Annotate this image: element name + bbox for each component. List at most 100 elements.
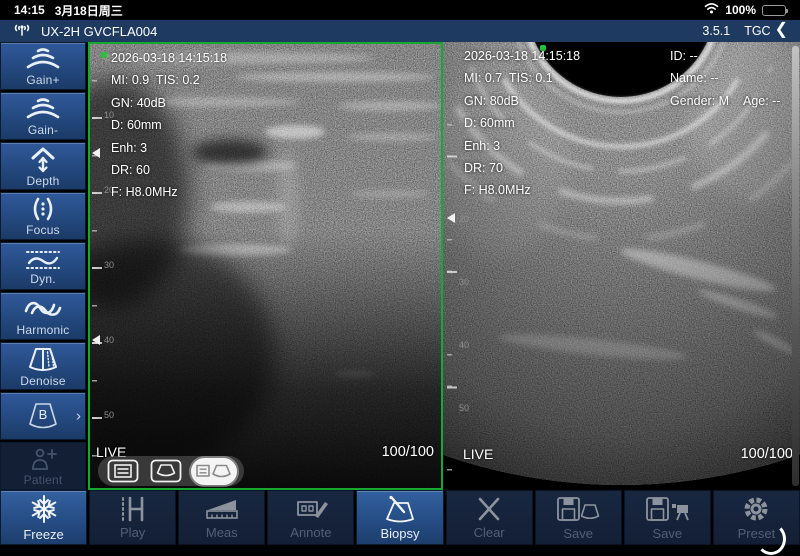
frequency-value: F: H8.0MHz [464,179,580,201]
patient-id: ID: -- [670,45,781,67]
sidebar-item-label: Denoise [20,374,65,388]
toolbar-item-label: Biopsy [380,526,419,541]
dynamic-wave-icon [23,247,63,271]
layout-convex-button[interactable] [148,459,184,483]
gain-minus-button[interactable]: Gain- [0,92,86,140]
harmonic-button[interactable]: Harmonic [0,292,86,340]
tgc-label: TGC [744,24,770,38]
live-status: LIVE [463,446,493,462]
chevron-left-icon: ❮ [775,22,788,38]
dynamic-range-value: DR: 70 [464,157,580,179]
enhance-value: Enh: 3 [111,137,227,159]
gain-arcs-icon [22,96,64,122]
biopsy-button[interactable]: Biopsy [356,490,443,545]
scan-parameters: 2026-03-18 14:15:18 MI: 0.9 TIS: 0.2 GN:… [111,47,227,204]
timestamp: 2026-03-18 14:15:18 [111,47,227,69]
biopsy-needle-icon [380,494,420,524]
clock: 14:15 [14,3,45,17]
annotation-pencil-icon [291,495,331,523]
sidebar-item-label: Gain- [28,123,58,137]
sidebar-item-label: Depth [26,174,59,188]
patient-age: Age: -- [743,90,781,112]
gain-value: GN: 80dB [464,90,580,112]
scan-parameters: 2026-03-18 14:15:18 MI: 0.7 TIS: 0.1 GN:… [464,45,580,202]
dynamic-range-value: DR: 60 [111,159,227,181]
bottom-black-strip [0,545,800,556]
screen-corner-arc [756,523,786,555]
toolbar-item-label: Meas [206,525,238,540]
app-header: UX-2H GVCFLA004 3.5.1 TGC ❮ [0,20,800,42]
x-icon [474,495,504,523]
ultrasound-app: 14:15 3月18日周三 100% UX-2H GVCFLA004 [0,0,800,556]
focus-icon [25,196,61,222]
freeze-button[interactable]: Freeze [0,490,87,545]
sidebar-item-label: Harmonic [17,323,70,337]
layout-dual-button[interactable] [191,458,237,485]
depth-button[interactable]: Depth [0,142,86,190]
annotate-button: Annote [267,490,354,545]
mi-tis-value: MI: 0.9 TIS: 0.2 [111,69,227,91]
toolbar-item-label: Clear [474,525,505,540]
frequency-value: F: H8.0MHz [111,181,227,203]
harmonic-waves-icon [21,296,65,322]
main-area: Gain+ Gain- Depth [0,42,800,490]
expand-chevron-icon: › [76,408,81,425]
depth-arrow-icon [25,145,61,173]
probe-wireless-icon [12,23,32,40]
bottom-toolbar: Freeze Play Meas [0,490,800,545]
toolbar-item-label: Annote [290,525,331,540]
snowflake-icon [28,493,60,525]
save-image-button: Save [535,490,622,545]
live-indicator-dot [101,52,107,58]
enhance-value: Enh: 3 [464,135,580,157]
patient-gender: Gender: M [670,90,743,112]
battery-icon [762,5,786,16]
patient-info: ID: -- Name: -- Gender: M Age: -- [670,45,781,112]
timestamp: 2026-03-18 14:15:18 [464,45,580,67]
right-edge-scrollbar[interactable] [792,46,799,486]
depth-value: D: 60mm [464,112,580,134]
dual-image-viewport: 10 20 30 40 50 2026-03-18 14:15:18 MI: 0… [88,42,800,490]
frame-counter: 100/100 [741,446,793,462]
sidebar-item-label: Dyn. [30,272,55,286]
sidebar-item-label: Focus [26,223,60,237]
toolbar-item-label: Play [120,525,145,540]
sidebar-item-label: Patient [24,473,63,487]
dynamic-range-button[interactable]: Dyn. [0,242,86,290]
depth-value: D: 60mm [111,114,227,136]
patient-name: Name: -- [670,67,781,89]
b-mode-button[interactable]: B › [0,392,86,440]
filmstrip-icon [115,495,151,523]
save-video-button: Save [624,490,711,545]
focus-button[interactable]: Focus [0,192,86,240]
toolbar-item-label: Save [563,526,593,541]
tgc-button[interactable]: TGC ❮ [744,23,788,39]
layout-linear-button[interactable] [105,459,141,483]
patient-icon [25,446,61,472]
denoise-probe-icon [23,345,63,373]
b-mode-sector-icon: B [20,399,66,433]
toolbar-item-label: Freeze [23,527,63,542]
sidebar-item-label: Gain+ [26,73,59,87]
floppy-sector-icon [555,494,601,524]
status-bar: 14:15 3月18日周三 100% [0,0,800,20]
floppy-camera-icon [644,494,690,524]
device-name: UX-2H GVCFLA004 [41,24,157,39]
denoise-button[interactable]: Denoise [0,342,86,390]
gain-arcs-icon [22,46,64,72]
b-image-linear-pane[interactable]: 10 20 30 40 50 2026-03-18 14:15:18 MI: 0… [88,42,443,490]
b-image-radial-pane[interactable]: 10 20 30 40 50 2026-03-18 14:15:18 MI: 0… [443,42,800,490]
measure-button: Meas [178,490,265,545]
battery-percent: 100% [725,3,756,17]
b-mode-letter: B [20,407,66,422]
play-button: Play [89,490,176,545]
ruler-wedge-icon [202,495,242,523]
patient-button: Patient [0,442,86,490]
date: 3月18日周三 [55,2,123,19]
mi-tis-value: MI: 0.7 TIS: 0.1 [464,67,580,89]
gain-plus-button[interactable]: Gain+ [0,42,86,90]
gain-value: GN: 40dB [111,92,227,114]
layout-switcher [98,456,244,486]
clear-button: Clear [446,490,533,545]
app-version: 3.5.1 [702,24,730,38]
